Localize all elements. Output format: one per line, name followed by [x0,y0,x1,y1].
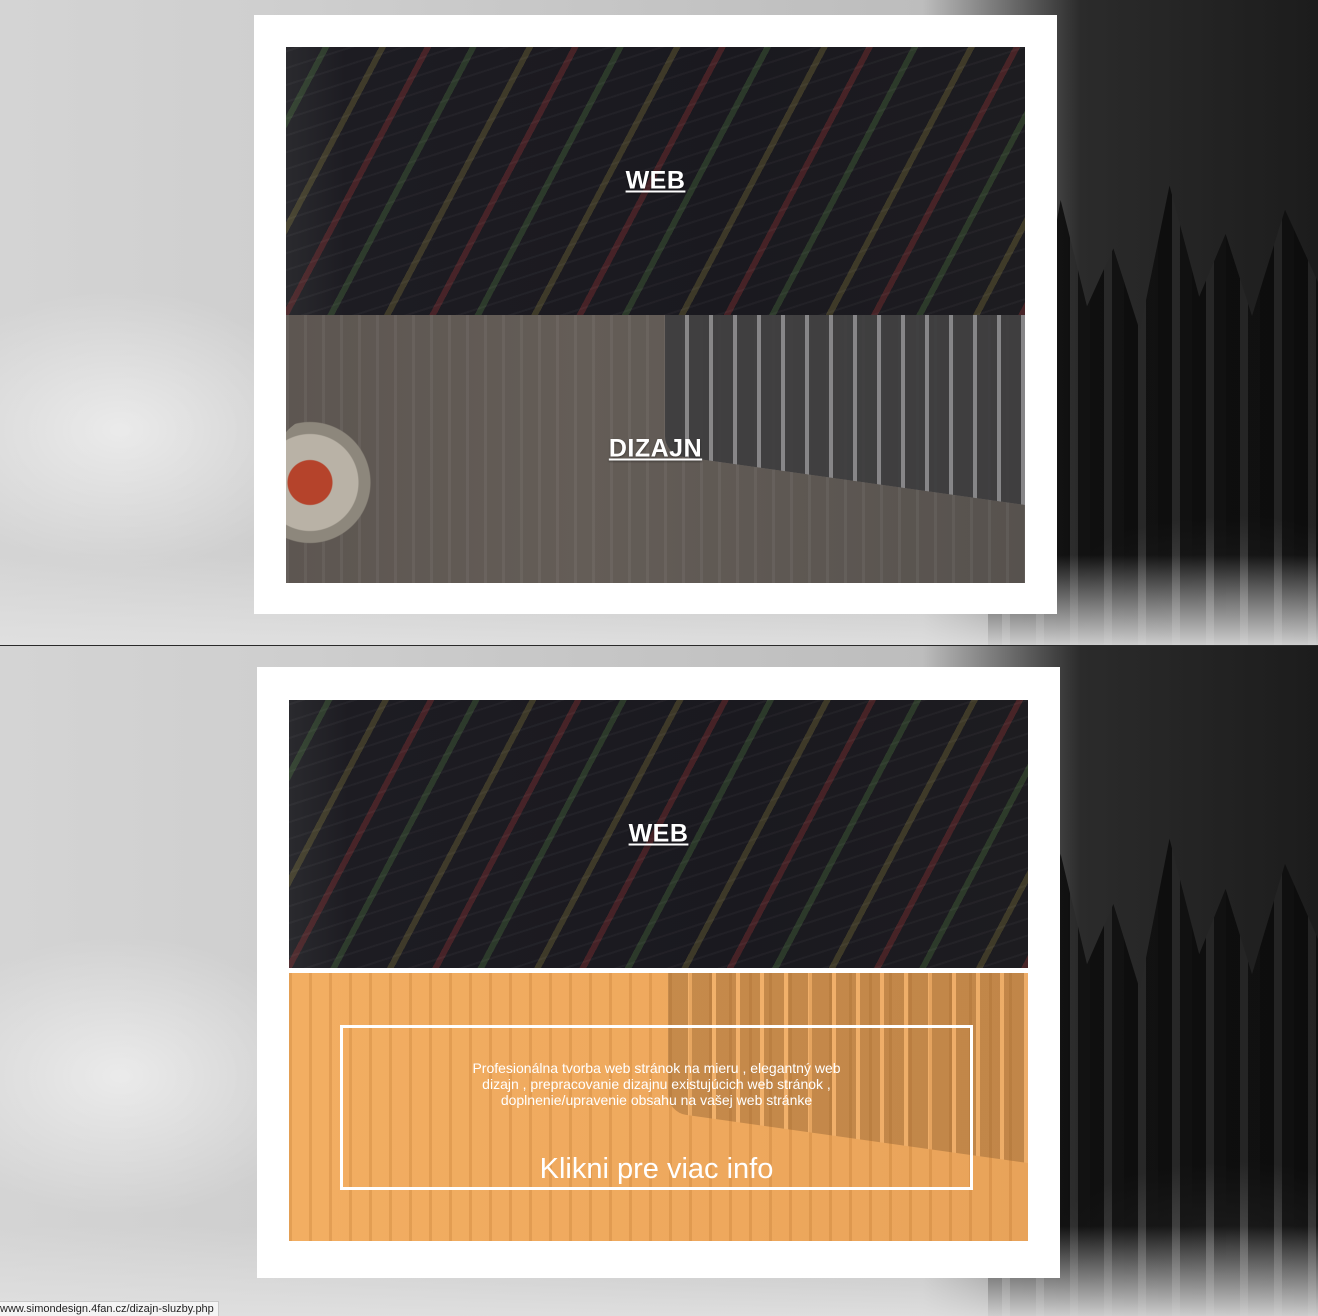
web-service-title[interactable]: WEB [286,167,1025,196]
web-service-panel[interactable]: WEB [289,700,1028,968]
browser-status-url: www.simondesign.4fan.cz/dizajn-sluzby.ph… [0,1301,219,1316]
services-card-hover: WEB Profesionálna tvorba web stránok na … [257,667,1060,1278]
laptop-image [665,315,1025,505]
dizajn-service-panel-hover[interactable]: Profesionálna tvorba web stránok na mier… [289,973,1028,1241]
dizajn-service-title[interactable]: DIZAJN [286,435,1025,464]
top-section: WEB DIZAJN [0,0,1318,645]
info-box[interactable]: Profesionálna tvorba web stránok na mier… [340,1025,973,1190]
bottom-section: WEB Profesionálna tvorba web stránok na … [0,646,1318,1316]
more-info-link[interactable]: Klikni pre viac info [343,1153,970,1186]
web-service-panel[interactable]: WEB [286,47,1025,315]
dizajn-service-panel[interactable]: DIZAJN [286,315,1025,583]
web-service-title[interactable]: WEB [289,820,1028,849]
services-card: WEB DIZAJN [254,15,1057,614]
service-description: Profesionálna tvorba web stránok na mier… [472,1060,841,1108]
